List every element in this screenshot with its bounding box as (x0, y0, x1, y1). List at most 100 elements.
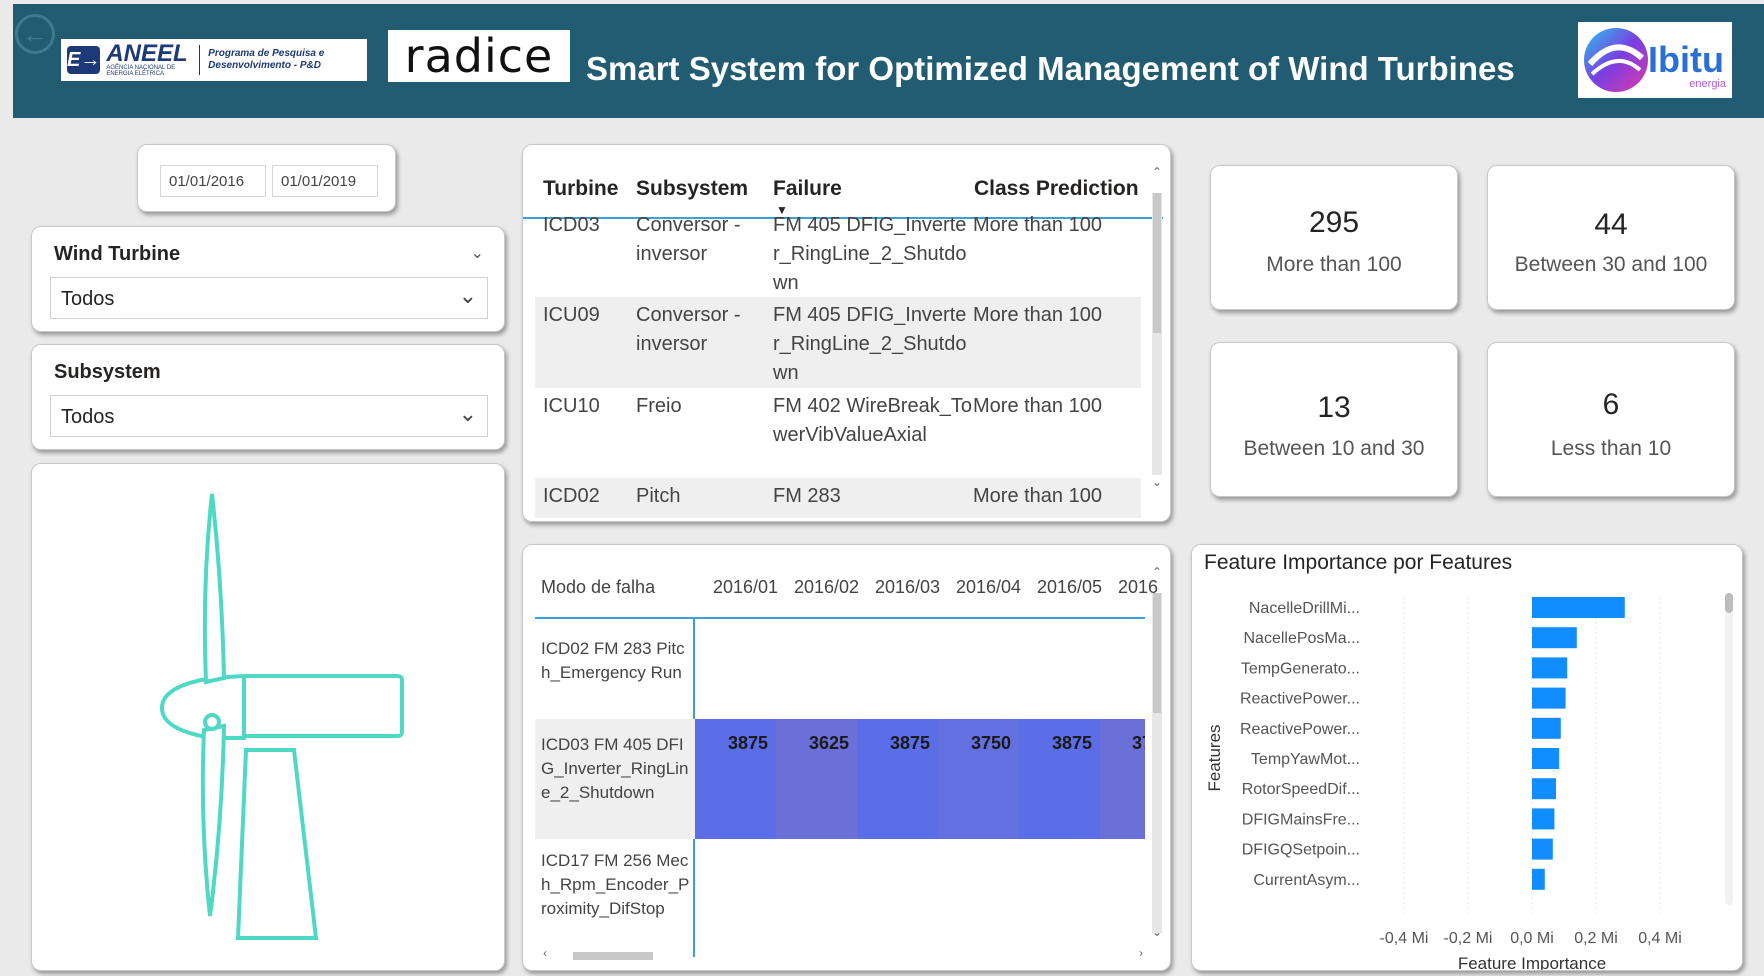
scroll-up-icon[interactable]: ⌃ (1152, 565, 1162, 579)
cell-subsystem: Conversor - inversor (636, 214, 741, 265)
x-tick-label: 0,2 Mi (1574, 930, 1618, 947)
column-header-failure[interactable]: Failure (773, 177, 842, 201)
scroll-up-icon[interactable]: ⌃ (1152, 165, 1162, 179)
scroll-down-icon[interactable]: ⌄ (1152, 475, 1162, 489)
subsystem-slicer: Subsystem Todos ⌄ (31, 344, 505, 450)
y-tick-label: NacellePosMa... (1244, 630, 1361, 647)
bar[interactable] (1532, 657, 1568, 679)
column-header-turbine[interactable]: Turbine (543, 177, 618, 201)
kpi-value: 6 (1602, 388, 1620, 421)
kpi-card-less-than-10[interactable]: 6 Less than 10 (1487, 342, 1735, 497)
chevron-down-icon[interactable]: ⌄ (459, 401, 477, 427)
scroll-right-icon[interactable]: › (1139, 946, 1143, 960)
matrix-column-header[interactable]: 2016/03 (875, 577, 940, 598)
matrix-row-header[interactable]: Modo de falha (541, 577, 655, 598)
kpi-card-between-10-and-30[interactable]: 13 Between 10 and 30 (1210, 342, 1458, 497)
scrollbar-thumb[interactable] (1153, 593, 1161, 713)
header-bar: ← E→ ANEEL AGÊNCIA NACIONAL DE ENERGIA E… (13, 4, 1764, 118)
kpi-value: 13 (1317, 391, 1351, 424)
scroll-left-icon[interactable]: ‹ (543, 946, 547, 960)
matrix-vertical-scrollbar[interactable] (1152, 593, 1162, 933)
bar[interactable] (1532, 687, 1566, 709)
bar[interactable] (1532, 808, 1555, 830)
cell-subsystem: Conversor - inversor (636, 304, 741, 355)
kpi-value: 44 (1594, 208, 1628, 241)
matrix-horizontal-scrollbar[interactable]: ‹ › (543, 946, 1143, 962)
kpi-card-between-30-and-100[interactable]: 44 Between 30 and 100 (1487, 165, 1735, 310)
scroll-down-icon[interactable]: ⌄ (1152, 925, 1162, 939)
matrix-cell[interactable]: 3875 (1019, 719, 1100, 839)
table-row[interactable]: ICU09 Conversor - inversor FM 405 DFIG_I… (535, 297, 1141, 388)
failure-prediction-table: Turbine Subsystem Failure ▼ Class Predic… (522, 144, 1171, 522)
matrix-column-header[interactable]: 2016/01 (713, 577, 778, 598)
ibitu-logo: Ibitu energia (1578, 22, 1732, 98)
matrix-row[interactable]: ICD03 FM 405 DFIG_Inverter_RingLine_2_Sh… (535, 719, 1145, 839)
ibitu-subtitle: energia (1689, 78, 1726, 90)
wind-turbine-dropdown[interactable]: Todos ⌄ (50, 277, 488, 319)
x-axis-title: Feature Importance (1458, 954, 1606, 971)
matrix-cell[interactable]: 3875 (857, 719, 938, 839)
subsystem-selected-value: Todos (61, 406, 115, 428)
aneel-divider (198, 45, 201, 75)
kpi-card-more-than-100[interactable]: 295 More than 100 (1210, 165, 1458, 310)
collapse-chevron-icon[interactable]: ⌄ (471, 243, 484, 263)
y-tick-label: DFIGMainsFre... (1242, 811, 1360, 828)
scrollbar-thumb[interactable] (573, 952, 653, 960)
table-row[interactable]: ICD03 Conversor - inversor FM 405 DFIG_I… (535, 207, 1141, 297)
cell-turbine: ICD02 (543, 485, 600, 507)
matrix-row-label: ICD03 FM 405 DFIG_Inverter_RingLine_2_Sh… (541, 735, 689, 802)
scrollbar-thumb[interactable] (1153, 193, 1161, 333)
bar[interactable] (1532, 778, 1556, 800)
x-tick-label: -0,2 Mi (1444, 930, 1493, 947)
matrix-cell[interactable]: 37 (1100, 719, 1145, 839)
matrix-cell[interactable]: 3625 (776, 719, 857, 839)
matrix-row[interactable]: ICD17 FM 256 Mech_Rpm_Encoder_Proximity_… (535, 839, 1145, 957)
bar[interactable] (1532, 627, 1577, 649)
start-date-input[interactable]: 01/01/2016 (160, 165, 266, 197)
subsystem-dropdown[interactable]: Todos ⌄ (50, 395, 488, 437)
kpi-label: Less than 10 (1550, 437, 1672, 460)
wind-turbine-slicer-title: Wind Turbine (54, 243, 181, 265)
kpi-label: Between 10 and 30 (1243, 437, 1425, 460)
aneel-mark-icon: E→ (67, 46, 101, 74)
table-row[interactable]: ICD02 Pitch FM 283 More than 100 (535, 478, 1141, 518)
chart-vertical-scrollbar[interactable] (1725, 593, 1733, 905)
matrix-row[interactable]: ICD02 FM 283 Pitch_Emergency Run (535, 631, 1145, 729)
x-tick-label: 0,4 Mi (1638, 930, 1682, 947)
cell-subsystem: Pitch (636, 485, 681, 507)
turbine-image-card (31, 463, 505, 971)
matrix-cell[interactable]: 3875 (695, 719, 776, 839)
back-arrow-icon[interactable]: ← (15, 14, 55, 54)
y-tick-label: ReactivePower... (1240, 721, 1360, 738)
bar[interactable] (1532, 597, 1625, 618)
end-date-input[interactable]: 01/01/2019 (272, 165, 378, 197)
x-tick-label: -0,4 Mi (1380, 930, 1429, 947)
page-title: Smart System for Optimized Management of… (586, 50, 1515, 87)
aneel-logo: E→ ANEEL AGÊNCIA NACIONAL DE ENERGIA ELÉ… (61, 39, 367, 81)
cell-turbine: ICU09 (543, 304, 600, 326)
cell-failure: FM 402 WireBreak_TowerVibValueAxial (773, 395, 972, 446)
y-tick-label: TempYawMot... (1251, 751, 1360, 768)
table-vertical-scrollbar[interactable] (1152, 193, 1162, 475)
chevron-down-icon[interactable]: ⌄ (459, 283, 477, 309)
bar[interactable] (1532, 868, 1545, 890)
column-header-subsystem[interactable]: Subsystem (636, 177, 748, 201)
scrollbar-thumb[interactable] (1725, 593, 1733, 613)
feature-importance-plot: NacelleDrillMi... NacellePosMa... TempGene… (1205, 597, 1682, 971)
matrix-column-header[interactable]: 2016/05 (1037, 577, 1102, 598)
ibitu-swirl-icon (1584, 28, 1648, 92)
matrix-cell[interactable]: 3750 (938, 719, 1019, 839)
table-row[interactable]: ICU10 Freio FM 402 WireBreak_TowerVibVal… (535, 388, 1141, 478)
column-header-class-prediction[interactable]: Class Prediction (974, 177, 1139, 201)
bar[interactable] (1532, 717, 1561, 739)
matrix-header-row: Modo de falha 2016/01 2016/02 2016/03 20… (535, 545, 1158, 619)
y-tick-label: NacelleDrillMi... (1249, 600, 1360, 617)
bar[interactable] (1532, 838, 1553, 860)
bar[interactable] (1532, 748, 1560, 769)
matrix-column-header[interactable]: 2016/04 (956, 577, 1021, 598)
aneel-subtitle: AGÊNCIA NACIONAL DE ENERGIA ELÉTRICA (106, 65, 176, 77)
cell-turbine: ICU10 (543, 395, 600, 417)
y-tick-label: RotorSpeedDif... (1242, 781, 1360, 798)
kpi-label: More than 100 (1266, 253, 1402, 276)
matrix-column-header[interactable]: 2016/02 (794, 577, 859, 598)
